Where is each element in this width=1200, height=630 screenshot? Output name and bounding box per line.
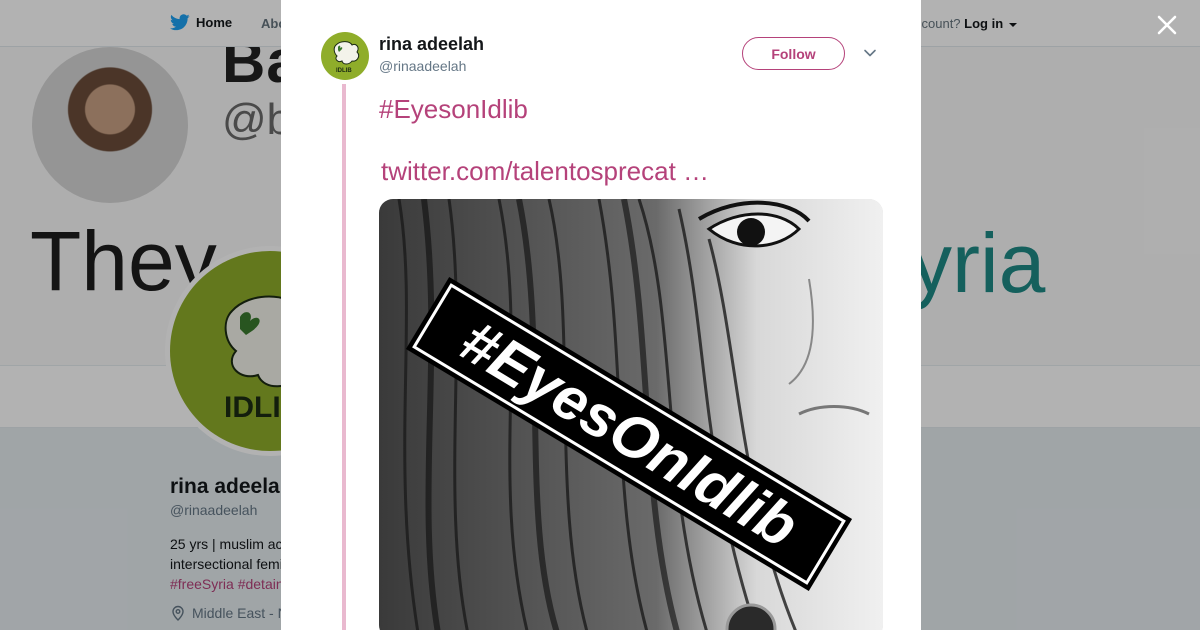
- idlib-map-icon: IDLIB: [333, 41, 360, 74]
- tweet-url-link[interactable]: twitter.com/talentosprecat …: [381, 156, 709, 187]
- tweet-media-image[interactable]: #EyesOnIdlib: [379, 199, 883, 630]
- tweet-author-name[interactable]: rina adeelah: [379, 34, 484, 55]
- tweet-modal: IDLIB rina adeelah @rinaadeelah Follow #…: [281, 0, 921, 630]
- chevron-down-icon[interactable]: [863, 46, 877, 60]
- follow-button[interactable]: Follow: [742, 37, 845, 70]
- tweet-avatar-label: IDLIB: [336, 68, 352, 74]
- tweet-hashtag-link[interactable]: #EyesonIdlib: [379, 94, 528, 125]
- tweet-author-handle[interactable]: @rinaadeelah: [379, 58, 466, 74]
- tweet-photo: #EyesOnIdlib: [379, 199, 883, 630]
- close-icon[interactable]: [1152, 10, 1182, 40]
- tweet-author-avatar[interactable]: IDLIB: [321, 32, 369, 80]
- thread-line: [342, 84, 346, 630]
